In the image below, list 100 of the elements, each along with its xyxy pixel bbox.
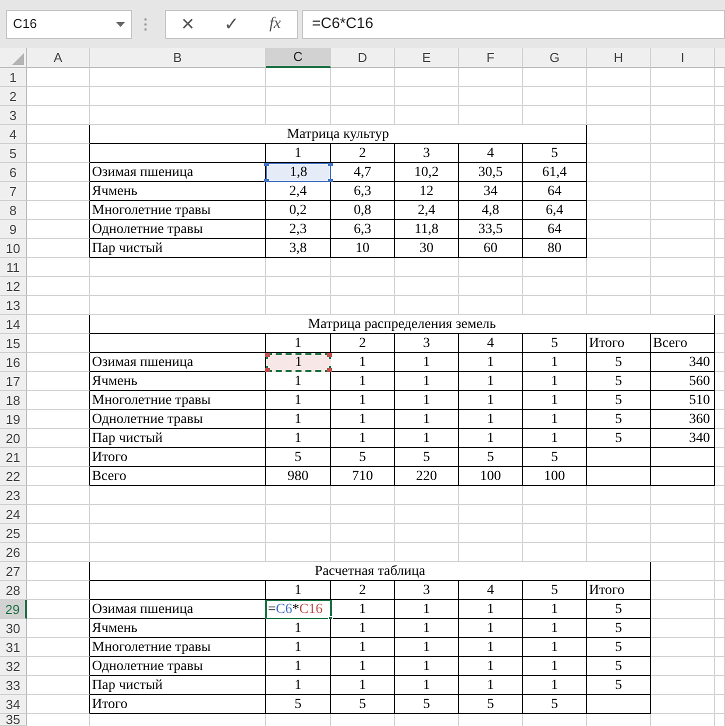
row-header[interactable]: 24 [0,505,27,524]
empty-cell [266,106,331,125]
empty-cell [266,505,331,524]
column-header[interactable]: H [587,48,651,68]
row-header[interactable]: 9 [0,220,27,239]
resize-handle[interactable] [327,368,332,372]
column-header[interactable]: A [27,48,90,68]
empty-cell [651,163,715,182]
row-header[interactable]: 28 [0,581,27,600]
empty-cell [331,543,395,562]
enter-button[interactable]: ✓ [217,15,246,33]
row-header[interactable]: 14 [0,315,27,334]
table-cell: 5 [587,391,651,410]
reference-cell[interactable]: 1 [266,353,331,372]
empty-cell [331,68,395,87]
table-cell: 5 [587,600,651,619]
column-header[interactable]: I [651,48,715,68]
row-header[interactable]: 22 [0,467,27,486]
row-header[interactable]: 29 [0,600,27,619]
table-cell: 5 [523,448,587,467]
row-header[interactable]: 17 [0,372,27,391]
row-header[interactable]: 11 [0,258,27,277]
table-cell: 1 [395,353,459,372]
reference-cell[interactable]: 1,8 [266,163,331,182]
empty-cell [651,467,715,486]
row-header[interactable]: 34 [0,695,27,714]
empty-cell [715,657,725,676]
column-header[interactable]: F [459,48,523,68]
table-cell: 5 [587,638,651,657]
table-cell: 1 [395,372,459,391]
active-cell[interactable]: =C6*C16 [266,600,331,619]
column-header[interactable]: D [331,48,395,68]
cancel-button[interactable]: × [174,13,202,35]
name-box[interactable]: C16 [6,10,132,38]
row-label: Пар чистый [90,239,266,258]
empty-cell [715,334,725,353]
row-label: Однолетние травы [90,410,266,429]
table-title: Матрица распределения земель [90,315,715,334]
empty-cell [523,505,587,524]
empty-cell [459,543,523,562]
table-cell: 0,8 [331,201,395,220]
empty-cell [331,486,395,505]
resize-handle[interactable] [265,353,270,357]
row-header[interactable]: 2 [0,87,27,106]
empty-cell [715,220,725,239]
empty-cell [715,353,725,372]
row-header[interactable]: 33 [0,676,27,695]
row-label: Озимая пшеница [90,600,266,619]
row-header[interactable]: 27 [0,562,27,581]
table-title: Расчетная таблица [90,562,651,581]
row-header[interactable]: 12 [0,277,27,296]
empty-cell [651,68,715,87]
empty-cell [715,201,725,220]
row-header[interactable]: 4 [0,125,27,144]
empty-cell [266,486,331,505]
insert-function-button[interactable]: fx [261,16,290,32]
empty-cell [395,543,459,562]
row-header[interactable]: 5 [0,144,27,163]
row-header[interactable]: 3 [0,106,27,125]
table-cell: 1 [266,391,331,410]
row-header[interactable]: 26 [0,543,27,562]
row-header[interactable]: 13 [0,296,27,315]
row-header[interactable]: 8 [0,201,27,220]
row-header[interactable]: 16 [0,353,27,372]
row-header[interactable]: 31 [0,638,27,657]
row-header[interactable]: 1 [0,68,27,87]
row-label: Однолетние травы [90,657,266,676]
row-header[interactable]: 10 [0,239,27,258]
empty-cell [715,163,725,182]
table-cell: 1 [459,410,523,429]
row-header[interactable]: 32 [0,657,27,676]
empty-cell [651,676,715,695]
row-header[interactable]: 23 [0,486,27,505]
table-cell: 10,2 [395,163,459,182]
row-header[interactable]: 25 [0,524,27,543]
row-header[interactable]: 7 [0,182,27,201]
resize-handle[interactable] [327,353,332,357]
row-header[interactable]: 21 [0,448,27,467]
table-cell: 1 [395,638,459,657]
empty-cell [459,106,523,125]
table-cell: 4,8 [459,201,523,220]
empty-cell [587,448,651,467]
row-header[interactable]: 18 [0,391,27,410]
row-header[interactable]: 35 [0,714,27,726]
empty-cell [523,68,587,87]
formula-field[interactable]: =C6*C16 [302,10,725,38]
row-header[interactable]: 30 [0,619,27,638]
row-header[interactable]: 19 [0,410,27,429]
row-header[interactable]: 15 [0,334,27,353]
column-header[interactable]: C [266,48,331,68]
column-header[interactable]: E [395,48,459,68]
row-label: Пар чистый [90,429,266,448]
column-header[interactable]: G [523,48,587,68]
row-header[interactable]: 20 [0,429,27,448]
column-header[interactable]: B [90,48,266,68]
row-header[interactable]: 6 [0,163,27,182]
table-cell: 1 [459,600,523,619]
empty-cell [587,201,651,220]
resize-handle[interactable] [265,368,270,372]
empty-cell [715,258,725,277]
